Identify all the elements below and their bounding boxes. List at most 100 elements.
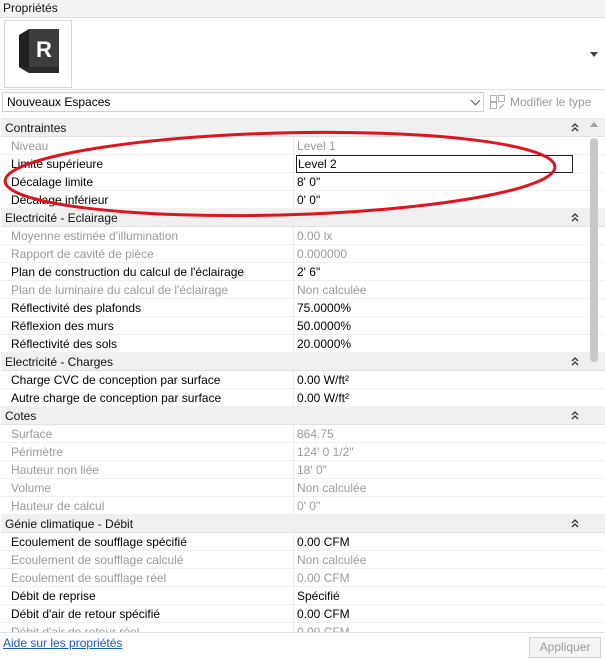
- property-label: Hauteur non liée: [11, 463, 100, 477]
- property-value: 0.00 CFM: [297, 625, 350, 632]
- property-value: 124' 0 1/2": [297, 445, 354, 459]
- column-divider: [293, 533, 294, 551]
- panel-footer: Aide sur les propriétés Appliquer: [0, 632, 605, 660]
- help-properties-link[interactable]: Aide sur les propriétés: [3, 636, 122, 650]
- property-value[interactable]: 0.00 W/ft²: [297, 389, 573, 407]
- column-divider: [293, 389, 294, 407]
- column-divider: [293, 443, 294, 461]
- column-divider: [293, 317, 294, 335]
- apply-button[interactable]: Appliquer: [529, 637, 601, 658]
- column-divider: [293, 623, 294, 632]
- revit-logo-letter: R: [36, 37, 52, 62]
- column-divider: [293, 263, 294, 281]
- column-divider: [293, 155, 294, 173]
- property-label: Surface: [11, 427, 53, 441]
- property-value[interactable]: Spécifié: [297, 587, 573, 605]
- column-divider: [293, 227, 294, 245]
- property-row-decalage-limite[interactable]: Décalage limite 8' 0": [1, 173, 605, 191]
- property-value: Non calculée: [297, 283, 367, 297]
- column-divider: [293, 245, 294, 263]
- property-row-ecoulement-de-soufflage-specifie[interactable]: Ecoulement de soufflage spécifié 0.00 CFM: [1, 533, 605, 551]
- property-row-niveau: Niveau Level 1: [1, 137, 605, 155]
- group-header-label: Cotes: [5, 409, 37, 423]
- property-value-input[interactable]: Level 2: [296, 155, 573, 173]
- property-value: 0.00 lx: [297, 229, 333, 243]
- property-value: 0.000000: [297, 247, 348, 261]
- property-row-autre-charge-de-conception-par-surface[interactable]: Autre charge de conception par surface 0.…: [1, 389, 605, 407]
- property-value[interactable]: 75.0000%: [297, 299, 573, 317]
- property-row-debit-d-air-de-retour-specifie[interactable]: Débit d'air de retour spécifié 0.00 CFM: [1, 605, 605, 623]
- property-label: Décalage inférieur: [11, 193, 109, 207]
- column-divider: [293, 137, 294, 155]
- property-row-surface: Surface 864.75: [1, 425, 605, 443]
- type-selector-row: Nouveaux Espaces Modifier le type: [0, 91, 605, 113]
- property-row-debit-d-air-de-retour-reel: Débit d'air de retour réel 0.00 CFM: [1, 623, 605, 632]
- column-divider: [293, 479, 294, 497]
- collapse-group-icon[interactable]: [569, 209, 581, 227]
- type-gallery-dropdown-icon[interactable]: [590, 52, 598, 57]
- property-label: Plan de construction du calcul de l'écla…: [11, 265, 245, 279]
- scroll-up-icon[interactable]: [590, 122, 598, 127]
- property-row-moyenne-estimee-d-illumination: Moyenne estimée d'illumination 0.00 lx: [1, 227, 605, 245]
- collapse-group-icon[interactable]: [569, 407, 581, 425]
- property-label: Ecoulement de soufflage réel: [11, 571, 167, 585]
- property-row-limite-superieure[interactable]: Limite supérieure Level 2: [1, 155, 605, 173]
- property-row-ecoulement-de-soufflage-reel: Ecoulement de soufflage réel 0.00 CFM: [1, 569, 605, 587]
- column-divider: [293, 461, 294, 479]
- property-value[interactable]: 0.00 CFM: [297, 605, 573, 623]
- property-row-plan-de-luminaire-du-calcul-de-l-eclairage: Plan de luminaire du calcul de l'éclaira…: [1, 281, 605, 299]
- property-row-volume: Volume Non calculée: [1, 479, 605, 497]
- group-header-electricite-eclairage[interactable]: Electricité - Eclairage: [1, 209, 605, 227]
- property-label: Périmètre: [11, 445, 64, 459]
- collapse-group-icon[interactable]: [569, 515, 581, 533]
- property-value[interactable]: 50.0000%: [297, 317, 573, 335]
- group-header-contraintes[interactable]: Contraintes: [1, 119, 605, 137]
- type-selector-dropdown[interactable]: Nouveaux Espaces: [2, 92, 484, 112]
- group-header-label: Contraintes: [5, 121, 67, 135]
- property-label: Débit d'air de retour réel: [11, 625, 140, 632]
- property-row-plan-de-construction-du-calcul-de-l-eclairage[interactable]: Plan de construction du calcul de l'écla…: [1, 263, 605, 281]
- property-row-reflexion-des-murs[interactable]: Réflexion des murs 50.0000%: [1, 317, 605, 335]
- scroll-thumb[interactable]: [590, 138, 598, 362]
- property-value: 18' 0": [297, 463, 327, 477]
- property-row-charge-cvc-de-conception-par-surface[interactable]: Charge CVC de conception par surface 0.00…: [1, 371, 605, 389]
- property-row-rapport-de-cavite-de-piece: Rapport de cavité de pièce 0.000000: [1, 245, 605, 263]
- column-divider: [293, 551, 294, 569]
- property-row-hauteur-non-liee: Hauteur non liée 18' 0": [1, 461, 605, 479]
- property-label: Décalage limite: [11, 175, 94, 189]
- collapse-group-icon[interactable]: [569, 119, 581, 137]
- group-header-genie-climatique-debit[interactable]: Génie climatique - Débit: [1, 515, 605, 533]
- group-header-cotes[interactable]: Cotes: [1, 407, 605, 425]
- property-value[interactable]: 8' 0": [297, 173, 573, 191]
- property-value[interactable]: 0.00 W/ft²: [297, 371, 573, 389]
- column-divider: [293, 299, 294, 317]
- property-row-ecoulement-de-soufflage-calcule: Ecoulement de soufflage calculé Non calcu…: [1, 551, 605, 569]
- panel-title: Propriétés: [0, 0, 605, 18]
- property-label: Rapport de cavité de pièce: [11, 247, 154, 261]
- property-label: Réflectivité des plafonds: [11, 301, 142, 315]
- group-header-label: Génie climatique - Débit: [5, 517, 134, 531]
- property-value[interactable]: 0.00 CFM: [297, 533, 573, 551]
- modify-type-button[interactable]: Modifier le type: [488, 92, 591, 112]
- property-value[interactable]: 2' 6": [297, 263, 573, 281]
- property-row-reflectivite-des-sols[interactable]: Réflectivité des sols 20.0000%: [1, 335, 605, 353]
- property-label: Hauteur de calcul: [11, 499, 105, 513]
- property-label: Débit d'air de retour spécifié: [11, 607, 161, 621]
- property-row-debit-de-reprise[interactable]: Débit de reprise Spécifié: [1, 587, 605, 605]
- property-value: Non calculée: [297, 481, 367, 495]
- property-row-reflectivite-des-plafonds[interactable]: Réflectivité des plafonds 75.0000%: [1, 299, 605, 317]
- property-label: Charge CVC de conception par surface: [11, 373, 221, 387]
- property-value: Level 1: [297, 139, 336, 153]
- properties-scrollbar[interactable]: [587, 120, 601, 630]
- group-header-electricite-charges[interactable]: Electricité - Charges: [1, 353, 605, 371]
- chevron-down-icon[interactable]: [470, 95, 481, 106]
- property-value[interactable]: 20.0000%: [297, 335, 573, 353]
- property-value: 864.75: [297, 427, 334, 441]
- collapse-group-icon[interactable]: [569, 353, 581, 371]
- property-row-decalage-inferieur[interactable]: Décalage inférieur 0' 0": [1, 191, 605, 209]
- property-label: Volume: [11, 481, 52, 495]
- column-divider: [293, 371, 294, 389]
- property-label: Débit de reprise: [11, 589, 96, 603]
- type-preview-area[interactable]: R: [0, 18, 605, 90]
- property-value[interactable]: 0' 0": [297, 191, 573, 209]
